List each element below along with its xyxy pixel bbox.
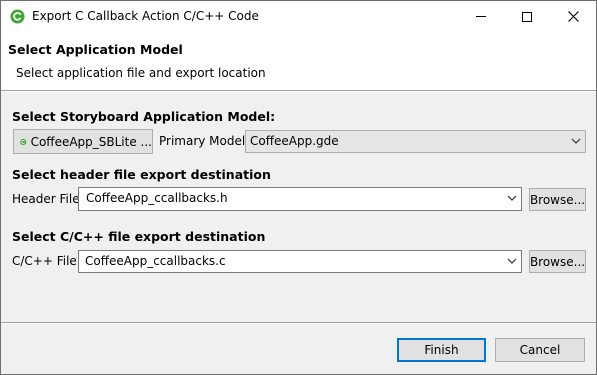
wizard-banner: Select Application Model Select applicat… [1, 32, 596, 90]
chevron-down-icon [571, 138, 581, 144]
primary-model-label: Primary Model: [159, 134, 250, 148]
model-section-title: Select Storyboard Application Model: [12, 109, 276, 124]
minimize-button[interactable] [458, 1, 504, 32]
footer-divider-highlight [1, 323, 596, 324]
close-icon [567, 11, 579, 22]
window-title: Export C Callback Action C/C++ Code [32, 9, 259, 23]
storyboard-icon [20, 138, 27, 145]
title-bar: Export C Callback Action C/C++ Code [1, 1, 596, 32]
primary-model-select[interactable]: CoffeeApp.gde [245, 130, 586, 153]
app-model-button-label: CoffeeApp_SBLite ... [30, 134, 152, 149]
banner-title: Select Application Model [8, 42, 183, 57]
c-file-label: C/C++ File: [12, 254, 81, 268]
header-file-combo[interactable]: CoffeeApp_ccallbacks.h [78, 187, 522, 211]
maximize-icon [522, 11, 532, 22]
minimize-icon [476, 16, 486, 17]
banner-divider-highlight [1, 91, 596, 92]
app-model-button[interactable]: CoffeeApp_SBLite ... [13, 129, 153, 154]
header-browse-button[interactable]: Browse... [529, 188, 586, 211]
export-dialog: Export C Callback Action C/C++ Code Sele… [0, 0, 597, 375]
close-button[interactable] [550, 1, 596, 32]
c-file-value: CoffeeApp_ccallbacks.c [85, 254, 226, 268]
header-section-title: Select header file export destination [12, 167, 271, 182]
chevron-down-icon [507, 195, 517, 201]
storyboard-icon [10, 9, 25, 24]
banner-subtitle: Select application file and export locat… [16, 66, 266, 80]
chevron-down-icon [507, 258, 517, 264]
header-file-label: Header File: [12, 192, 84, 206]
primary-model-value: CoffeeApp.gde [250, 134, 339, 148]
c-file-combo[interactable]: CoffeeApp_ccallbacks.c [78, 250, 522, 273]
c-browse-button[interactable]: Browse... [529, 250, 586, 273]
c-section-title: Select C/C++ file export destination [12, 229, 266, 244]
finish-button[interactable]: Finish [397, 338, 486, 362]
maximize-button[interactable] [504, 1, 550, 32]
cancel-button[interactable]: Cancel [495, 338, 585, 362]
header-file-value: CoffeeApp_ccallbacks.h [86, 191, 228, 205]
